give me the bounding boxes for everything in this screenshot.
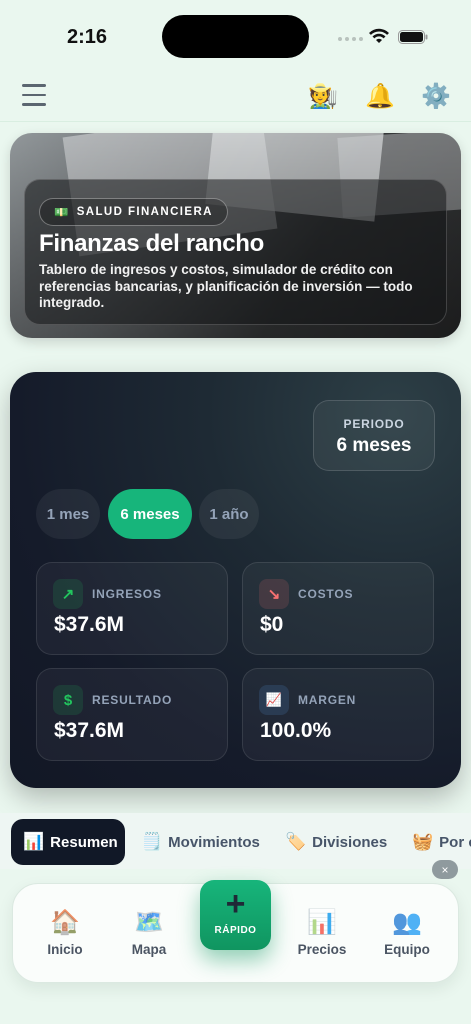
segment-1-mes[interactable]: 1 mes	[36, 489, 100, 539]
tab-por-c[interactable]: 🧺 Por c	[412, 819, 471, 865]
dynamic-island	[162, 15, 309, 58]
kpi-value: $37.6M	[54, 719, 125, 742]
period-value: 6 meses	[336, 435, 412, 456]
segment-1-ano[interactable]: 1 año	[199, 489, 259, 539]
tab-label: Divisiones	[312, 833, 388, 851]
tab-divisiones[interactable]: 🏷️ Divisiones	[285, 819, 387, 865]
period-label: PERIODO	[343, 417, 405, 431]
kpi-value: $37.6M	[54, 613, 125, 636]
trend-chart-icon: 📈	[259, 685, 289, 715]
tab-label: Resumen	[50, 833, 118, 851]
kpi-costos[interactable]: ↘ COSTOS $0	[242, 562, 434, 655]
nav-precios[interactable]: 📊 Precios	[287, 884, 357, 984]
tag-icon: 🏷️	[285, 832, 307, 851]
nav-mapa[interactable]: 🗺️ Mapa	[114, 884, 184, 984]
nav-label: Equipo	[384, 942, 430, 957]
hero-content: 💵 SALUD FINANCIERA Finanzas del rancho T…	[24, 179, 447, 325]
nav-equipo[interactable]: 👥 Equipo	[372, 884, 442, 984]
kpi-value: 100.0%	[260, 719, 332, 742]
nav-label: Mapa	[131, 942, 167, 957]
menu-button[interactable]	[22, 84, 48, 110]
quick-add-label: RÁPIDO	[214, 925, 257, 936]
tab-movimientos[interactable]: 🗒️ Movimientos	[141, 819, 260, 865]
bar-chart-icon: 📊	[23, 832, 45, 851]
bar-chart-icon: 📊	[307, 909, 337, 936]
kpi-label: MARGEN	[298, 693, 357, 707]
plus-icon: +	[225, 885, 246, 923]
summary-panel: PERIODO 6 meses 1 mes 6 meses 1 año ↗ IN…	[10, 372, 461, 788]
kpi-label: INGRESOS	[92, 587, 162, 601]
hamburger-icon	[22, 84, 46, 87]
bell-icon[interactable]: 🔔	[365, 82, 395, 112]
app-header: 🧑‍🌾 🔔 ⚙️	[0, 72, 471, 122]
kpi-ingresos[interactable]: ↗ INGRESOS $37.6M	[36, 562, 228, 655]
hero-title: Finanzas del rancho	[39, 230, 265, 257]
section-tabs: 📊 Resumen 🗒️ Movimientos 🏷️ Divisiones 🧺…	[0, 813, 471, 869]
arrow-down-right-icon: ↘	[259, 579, 289, 609]
kpi-margen[interactable]: 📈 MARGEN 100.0%	[242, 668, 434, 761]
hero-badge-label: SALUD FINANCIERA	[76, 206, 213, 218]
hero-badge: 💵 SALUD FINANCIERA	[39, 198, 228, 226]
nav-inicio[interactable]: 🏠 Inicio	[30, 884, 100, 984]
nav-label: Precios	[297, 942, 347, 957]
team-icon: 👥	[392, 909, 422, 936]
close-button[interactable]: ×	[432, 860, 458, 879]
battery-icon	[398, 30, 428, 44]
dollar-icon: $	[53, 685, 83, 715]
nav-label: Inicio	[47, 942, 83, 957]
kpi-label: RESULTADO	[92, 693, 173, 707]
home-icon: 🏠	[50, 909, 80, 936]
segment-6-meses[interactable]: 6 meses	[108, 489, 192, 539]
map-icon: 🗺️	[134, 909, 164, 936]
hero-card: 💵 SALUD FINANCIERA Finanzas del rancho T…	[10, 133, 461, 338]
kpi-value: $0	[260, 613, 284, 636]
cellular-signal-icon	[338, 37, 363, 41]
status-bar: 2:16	[0, 0, 471, 72]
wifi-icon	[369, 28, 389, 43]
tab-label: Movimientos	[168, 833, 260, 851]
kpi-resultado[interactable]: $ RESULTADO $37.6M	[36, 668, 228, 761]
tab-label: Por c	[439, 833, 471, 851]
period-indicator: PERIODO 6 meses	[313, 400, 435, 471]
money-icon: 💵	[54, 207, 70, 219]
hero-description: Tablero de ingresos y costos, simulador …	[39, 262, 413, 310]
farmer-icon[interactable]: 🧑‍🌾	[308, 82, 338, 112]
kpi-label: COSTOS	[298, 587, 354, 601]
status-time: 2:16	[67, 26, 108, 48]
tab-resumen[interactable]: 📊 Resumen	[11, 819, 125, 865]
gear-icon[interactable]: ⚙️	[421, 82, 451, 112]
notepad-icon: 🗒️	[141, 832, 163, 851]
quick-add-button[interactable]: + RÁPIDO	[200, 880, 271, 950]
arrow-up-right-icon: ↗	[53, 579, 83, 609]
basket-icon: 🧺	[412, 832, 434, 851]
